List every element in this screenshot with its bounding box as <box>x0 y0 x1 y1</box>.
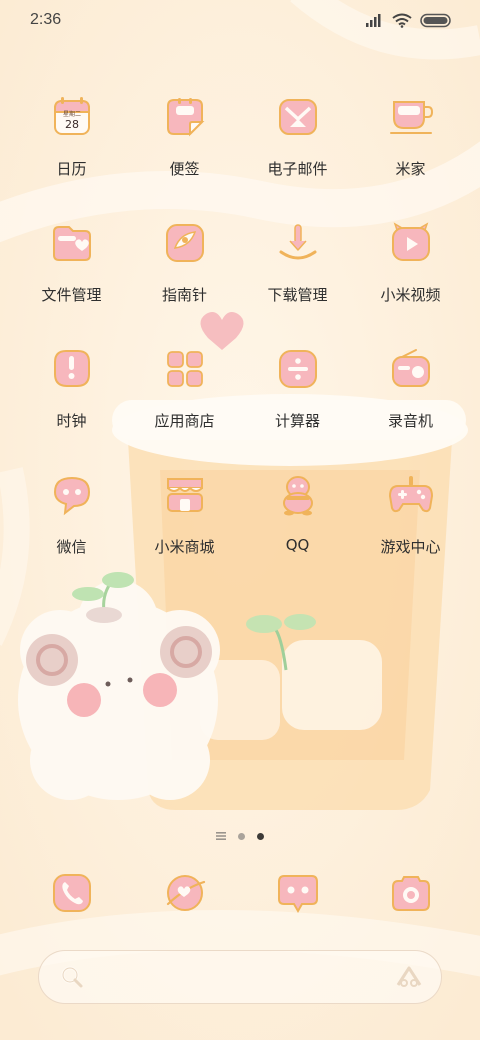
app-qq[interactable]: QQ <box>241 470 354 596</box>
app-label: 米家 <box>395 160 426 178</box>
app-mi-store[interactable]: 小米商城 <box>128 470 241 596</box>
calculator-icon <box>273 344 323 394</box>
app-label: 文件管理 <box>41 286 102 304</box>
app-calculator[interactable]: 计算器 <box>241 344 354 470</box>
dock-phone[interactable] <box>15 868 128 922</box>
app-mijia[interactable]: 米家 <box>354 92 467 218</box>
dock <box>0 868 480 922</box>
dock-camera[interactable] <box>354 868 467 922</box>
folder-icon <box>47 218 97 268</box>
app-label: 计算器 <box>274 412 320 430</box>
app-label: QQ <box>285 536 310 554</box>
app-label: 指南针 <box>161 286 207 304</box>
status-icons <box>366 13 452 28</box>
search-icon[interactable] <box>59 964 85 990</box>
app-label: 便签 <box>169 160 200 178</box>
app-email[interactable]: 电子邮件 <box>241 92 354 218</box>
app-label: 应用商店 <box>154 412 215 430</box>
battery-icon <box>420 13 451 27</box>
app-row: 星期二 28 日历 便签 电子邮件 米家 <box>0 92 480 218</box>
calendar-day: 28 <box>65 118 79 131</box>
download-icon <box>273 218 323 268</box>
page-dot <box>238 832 245 840</box>
browser-icon <box>160 868 210 918</box>
dock-messages[interactable] <box>241 868 354 922</box>
app-row: 文件管理 指南针 下载管理 小米视频 <box>0 218 480 344</box>
app-recorder[interactable]: 录音机 <box>354 344 467 470</box>
app-label: 小米商城 <box>154 538 215 556</box>
app-label: 录音机 <box>387 412 433 430</box>
dock-browser[interactable] <box>128 868 241 922</box>
app-label: 时钟 <box>56 412 87 430</box>
compass-icon <box>160 218 210 268</box>
app-compass[interactable]: 指南针 <box>128 218 241 344</box>
app-mi-video[interactable]: 小米视频 <box>354 218 467 344</box>
email-icon <box>273 92 323 142</box>
qq-icon <box>273 470 323 520</box>
app-grid: 星期二 28 日历 便签 电子邮件 米家 文件管理 指南针 下载管理 小米视频 … <box>0 92 480 596</box>
app-label: 下载管理 <box>267 286 328 304</box>
app-app-store[interactable]: 应用商店 <box>128 344 241 470</box>
app-calendar[interactable]: 星期二 28 日历 <box>15 92 128 218</box>
mi-store-icon <box>160 470 210 520</box>
game-center-icon <box>386 470 436 520</box>
messages-icon <box>273 868 323 918</box>
app-wechat[interactable]: 微信 <box>15 470 128 596</box>
page-indicator[interactable] <box>0 829 480 843</box>
status-bar: 2:36 <box>0 0 480 40</box>
app-label: 日历 <box>56 160 87 178</box>
phone-icon <box>47 868 97 918</box>
page-list-icon <box>216 832 226 840</box>
app-label: 游戏中心 <box>380 538 441 556</box>
app-game-center[interactable]: 游戏中心 <box>354 470 467 596</box>
calendar-icon: 星期二 28 <box>47 92 97 142</box>
app-row: 微信 小米商城 QQ 游戏中心 <box>0 470 480 596</box>
app-row: 时钟 应用商店 计算器 录音机 <box>0 344 480 470</box>
app-store-icon <box>160 344 210 394</box>
recorder-icon <box>386 344 436 394</box>
app-label: 电子邮件 <box>267 160 328 178</box>
page-dot-active <box>257 832 264 840</box>
app-download-manager[interactable]: 下载管理 <box>241 218 354 344</box>
video-icon <box>386 218 436 268</box>
status-time: 2:36 <box>30 11 62 28</box>
wechat-icon <box>47 470 97 520</box>
app-label: 微信 <box>56 538 87 556</box>
assistant-icon[interactable] <box>395 965 423 989</box>
app-label: 小米视频 <box>380 286 441 304</box>
mijia-icon <box>386 92 436 142</box>
clock-icon <box>47 344 97 394</box>
signal-icon <box>366 14 381 27</box>
search-bar[interactable] <box>38 950 442 1004</box>
app-clock[interactable]: 时钟 <box>15 344 128 470</box>
app-file-manager[interactable]: 文件管理 <box>15 218 128 344</box>
app-notes[interactable]: 便签 <box>128 92 241 218</box>
calendar-weekday: 星期二 <box>62 110 80 118</box>
camera-icon <box>386 868 436 918</box>
wifi-icon <box>392 13 412 28</box>
notes-icon <box>160 92 210 142</box>
